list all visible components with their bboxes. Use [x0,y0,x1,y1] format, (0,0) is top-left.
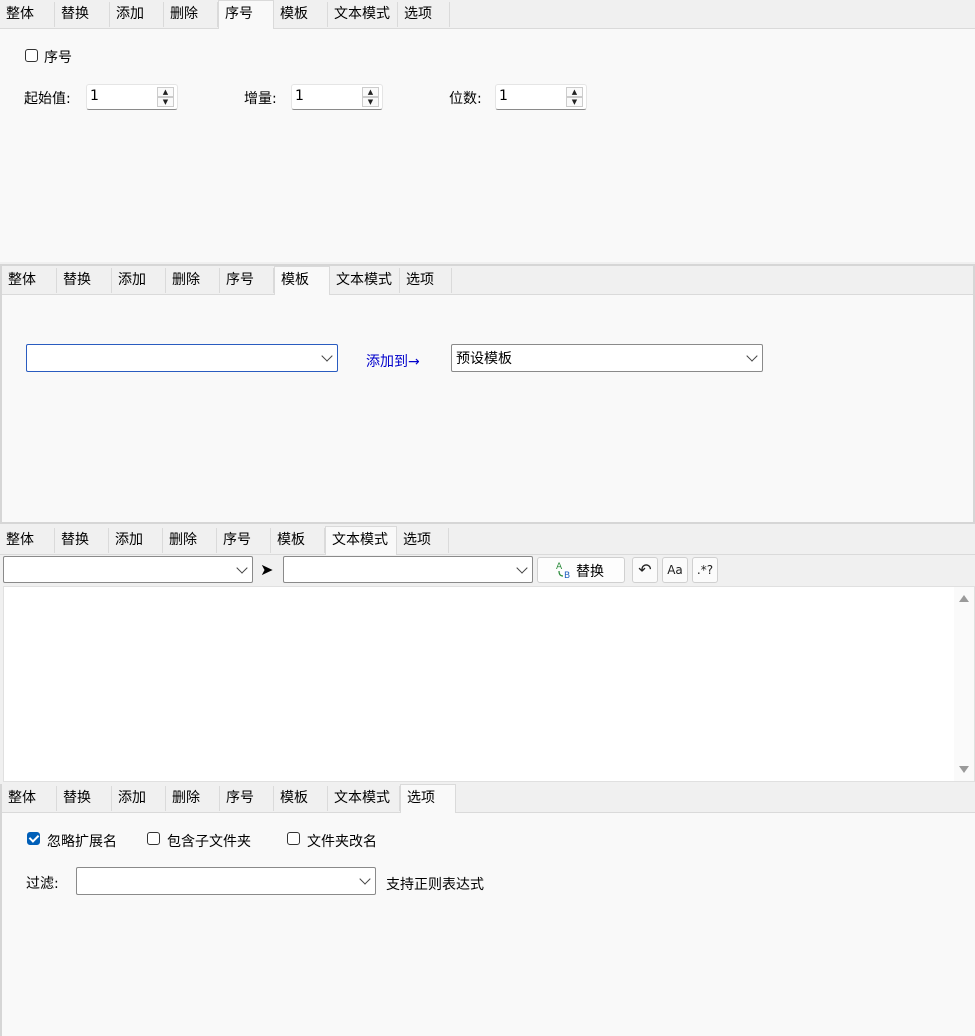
ignore-extension-checkbox[interactable] [27,832,40,845]
spin-up-icon[interactable]: ▲ [362,87,379,97]
tab-replace[interactable]: 替换 [57,786,112,811]
digits-value-text: 1 [499,88,508,104]
tab-serial[interactable]: 序号 [220,268,274,293]
tab-text-mode[interactable]: 文本模式 [325,526,397,555]
serial-enable-label: 序号 [44,50,72,66]
template-panel: 整体 替换 添加 删除 序号 模板 文本模式 选项 添加到→ 预设模板 [0,264,975,524]
chevron-down-icon [321,350,333,362]
tab-serial[interactable]: 序号 [217,528,271,553]
tab-delete[interactable]: 删除 [166,786,220,811]
rename-folders-checkbox[interactable] [287,832,300,845]
regex-hint-label: 支持正则表达式 [386,877,484,893]
tab-add[interactable]: 添加 [109,528,163,553]
tab-options[interactable]: 选项 [398,2,450,27]
ignore-extension-label: 忽略扩展名 [47,834,117,850]
tab-overall[interactable]: 整体 [2,786,57,811]
spin-down-icon[interactable]: ▼ [566,97,583,107]
preset-template-text: 预设模板 [456,351,512,367]
tab-delete[interactable]: 删除 [166,268,220,293]
chevron-down-icon [746,350,758,362]
filter-combo[interactable] [76,867,376,895]
step-spinner[interactable]: 1 ▲ ▼ [291,84,383,110]
tab-bar: 整体 替换 添加 删除 序号 模板 文本模式 选项 [0,0,975,29]
svg-text:B: B [564,571,570,580]
tab-overall[interactable]: 整体 [2,268,57,293]
scroll-down-icon[interactable] [959,766,969,773]
tab-text-mode[interactable]: 文本模式 [328,786,400,811]
spin-up-icon[interactable]: ▲ [157,87,174,97]
tab-options[interactable]: 选项 [400,268,452,293]
spin-up-icon[interactable]: ▲ [566,87,583,97]
tab-overall[interactable]: 整体 [0,2,55,27]
tab-overall[interactable]: 整体 [0,528,55,553]
tab-bar: 整体 替换 添加 删除 序号 模板 文本模式 选项 [0,526,975,555]
tab-template[interactable]: 模板 [271,528,325,553]
digits-spinner[interactable]: 1 ▲ ▼ [495,84,587,110]
filter-label: 过滤: [26,876,59,892]
start-value-label: 起始值: [24,91,71,107]
start-value-spinner[interactable]: 1 ▲ ▼ [86,84,178,110]
tab-add[interactable]: 添加 [112,268,166,293]
replace-combo[interactable] [283,556,533,583]
chevron-down-icon [359,873,371,885]
chevron-down-icon [516,561,528,574]
tab-template[interactable]: 模板 [274,266,330,295]
tab-serial[interactable]: 序号 [220,786,274,811]
tab-template[interactable]: 模板 [274,786,328,811]
undo-icon[interactable]: ↶ [632,557,658,583]
serial-enable-checkbox[interactable] [25,49,38,62]
scroll-up-icon[interactable] [959,595,969,602]
start-value-text: 1 [90,88,99,104]
include-subfolders-checkbox[interactable] [147,832,160,845]
tab-add[interactable]: 添加 [110,2,164,27]
tab-replace[interactable]: 替换 [55,2,110,27]
replace-button-label: 替换 [576,564,604,580]
tab-replace[interactable]: 替换 [57,268,112,293]
text-editor[interactable] [3,586,975,782]
tab-options[interactable]: 选项 [400,784,456,813]
template-combo[interactable] [26,344,338,372]
svg-text:A: A [556,562,563,572]
rename-folders-label: 文件夹改名 [307,834,377,850]
chevron-down-icon [236,561,248,574]
options-panel: 整体 替换 添加 删除 序号 模板 文本模式 选项 忽略扩展名 包含子文件夹 文… [0,784,975,1036]
digits-label: 位数: [449,91,482,107]
tab-text-mode[interactable]: 文本模式 [330,268,400,293]
tab-text-mode[interactable]: 文本模式 [328,2,398,27]
match-case-icon[interactable]: Aa [662,557,688,583]
replace-button[interactable]: A B 替换 [537,557,625,583]
preset-template-combo[interactable]: 预设模板 [451,344,763,372]
tab-bar: 整体 替换 添加 删除 序号 模板 文本模式 选项 [2,784,975,813]
arrow-right-icon: ➤ [260,560,274,579]
tab-options[interactable]: 选项 [397,528,449,553]
include-subfolders-label: 包含子文件夹 [167,834,251,850]
tab-serial[interactable]: 序号 [218,0,274,29]
tab-bar: 整体 替换 添加 删除 序号 模板 文本模式 选项 [2,266,973,295]
spin-down-icon[interactable]: ▼ [157,97,174,107]
serial-panel: 整体 替换 添加 删除 序号 模板 文本模式 选项 序号 起始值: 1 ▲ ▼ 增… [0,0,975,262]
vertical-scrollbar[interactable] [954,587,974,781]
tab-delete[interactable]: 删除 [164,2,218,27]
tab-replace[interactable]: 替换 [55,528,109,553]
step-value-text: 1 [295,88,304,104]
replace-ab-icon: A B [556,560,572,581]
tab-delete[interactable]: 删除 [163,528,217,553]
tab-template[interactable]: 模板 [274,2,328,27]
tab-add[interactable]: 添加 [112,786,166,811]
text-mode-panel: 整体 替换 添加 删除 序号 模板 文本模式 选项 ➤ A B 替换 ↶ Aa … [0,526,975,783]
find-combo[interactable] [3,556,253,583]
regex-icon[interactable]: .*? [692,557,718,583]
spin-down-icon[interactable]: ▼ [362,97,379,107]
add-to-link[interactable]: 添加到→ [366,351,420,371]
step-label: 增量: [244,91,277,107]
